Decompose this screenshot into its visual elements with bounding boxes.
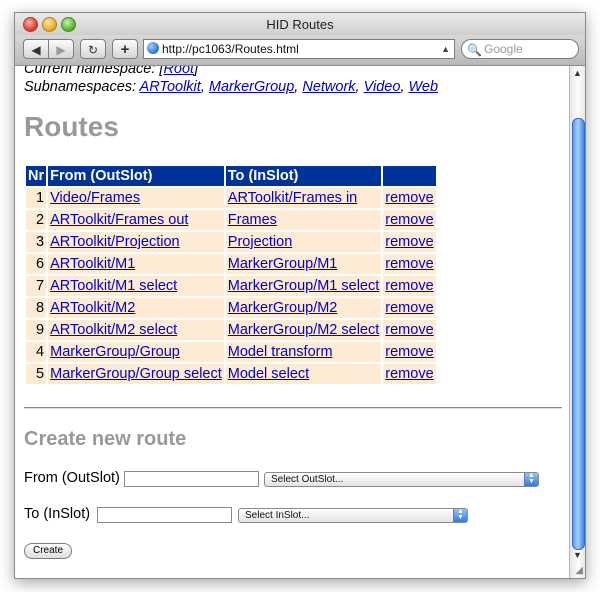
from-slot-link[interactable]: ARToolkit/M2: [50, 300, 135, 316]
remove-link[interactable]: remove: [385, 344, 433, 360]
table-row: 9 ARToolkit/M2 select MarkerGroup/M2 sel…: [26, 320, 436, 340]
to-slot-link[interactable]: Projection: [228, 234, 292, 250]
from-slot-link[interactable]: ARToolkit/Projection: [50, 234, 180, 250]
inslot-select[interactable]: Select InSlot... ▲ ▼: [238, 508, 468, 523]
subnamespace-link-video[interactable]: Video: [364, 79, 401, 95]
table-row: 8 ARToolkit/M2 MarkerGroup/M2 remove: [26, 298, 436, 318]
table-row: 5 MarkerGroup/Group select Model select …: [26, 364, 436, 384]
to-slot-link[interactable]: Model transform: [228, 344, 333, 360]
remove-link[interactable]: remove: [385, 234, 433, 250]
to-slot-link[interactable]: MarkerGroup/M1 select: [228, 278, 380, 294]
column-header-from: From (OutSlot): [48, 166, 224, 186]
select-arrows-icon: ▲ ▼: [453, 508, 467, 522]
scrollbar-thumb[interactable]: [572, 118, 585, 550]
remove-link[interactable]: remove: [385, 366, 433, 382]
to-slot-link[interactable]: Model select: [228, 366, 309, 382]
chevron-up-icon[interactable]: ▲: [441, 40, 450, 58]
namespace-link-root[interactable]: Root: [163, 66, 194, 77]
from-slot-link[interactable]: ARToolkit/M2 select: [50, 322, 177, 338]
reload-button[interactable]: ↻: [80, 39, 106, 59]
table-row: 7 ARToolkit/M1 select MarkerGroup/M1 sel…: [26, 276, 436, 296]
back-button[interactable]: ◀: [23, 39, 49, 59]
resize-grip-icon[interactable]: ◢: [575, 565, 583, 576]
remove-link[interactable]: remove: [385, 278, 433, 294]
current-namespace: Current namespace: [Root]: [24, 66, 198, 77]
routes-table: Nr From (OutSlot) To (InSlot) 1 Video/Fr…: [24, 164, 438, 386]
globe-icon: [147, 42, 159, 54]
row-nr: 2: [26, 210, 47, 230]
to-slot-label: To (InSlot): [24, 506, 91, 522]
subnamespace-link-network[interactable]: Network: [302, 79, 355, 95]
create-route-heading: Create new route: [24, 428, 187, 450]
add-bookmark-button[interactable]: +: [112, 39, 138, 59]
column-header-to: To (InSlot): [225, 166, 382, 186]
to-slot-link[interactable]: Frames: [228, 212, 277, 228]
url-text: http://pc1063/Routes.html: [162, 42, 299, 56]
address-bar[interactable]: http://pc1063/Routes.html ▲: [143, 39, 455, 59]
window-title: HID Routes: [266, 17, 334, 32]
select-arrows-icon: ▲ ▼: [524, 472, 538, 486]
create-button[interactable]: Create: [24, 543, 73, 559]
row-nr: 1: [26, 188, 47, 208]
subnamespace-link-markergroup[interactable]: MarkerGroup: [209, 79, 294, 95]
table-header-row: Nr From (OutSlot) To (InSlot): [26, 166, 436, 186]
from-slot-label: From (OutSlot): [24, 470, 120, 486]
remove-link[interactable]: remove: [385, 300, 433, 316]
to-slot-link[interactable]: ARToolkit/Frames in: [228, 190, 357, 206]
search-input[interactable]: 🔍 Google: [461, 39, 579, 59]
subnamespaces: Subnamespaces: ARToolkit, MarkerGroup, N…: [24, 79, 439, 95]
from-slot-link[interactable]: Video/Frames: [50, 190, 140, 206]
remove-link[interactable]: remove: [385, 256, 433, 272]
title-bar: HID Routes: [15, 13, 585, 36]
divider: [24, 407, 562, 409]
scroll-up-icon[interactable]: ▲: [573, 68, 582, 78]
table-row: 4 MarkerGroup/Group Model transform remo…: [26, 342, 436, 362]
table-row: 2 ARToolkit/Frames out Frames remove: [26, 210, 436, 230]
table-row: 3 ARToolkit/Projection Projection remove: [26, 232, 436, 252]
page-content: Current namespace: [Root] Subnamespaces:…: [15, 66, 569, 578]
inslot-select-value: Select InSlot...: [245, 510, 310, 521]
from-slot-input[interactable]: [124, 471, 259, 487]
remove-link[interactable]: remove: [385, 212, 433, 228]
row-nr: 6: [26, 254, 47, 274]
from-slot-link[interactable]: ARToolkit/M1: [50, 256, 135, 272]
row-nr: 8: [26, 298, 47, 318]
outslot-select[interactable]: Select OutSlot... ▲ ▼: [264, 472, 539, 487]
from-slot-link[interactable]: ARToolkit/M1 select: [50, 278, 177, 294]
forward-button[interactable]: ▶: [48, 39, 74, 59]
subnamespace-link-web[interactable]: Web: [409, 79, 439, 95]
to-slot-link[interactable]: MarkerGroup/M1: [228, 256, 338, 272]
column-header-nr: Nr: [26, 166, 47, 186]
row-nr: 7: [26, 276, 47, 296]
remove-link[interactable]: remove: [385, 190, 433, 206]
vertical-scrollbar[interactable]: ▲ ▼: [569, 66, 585, 578]
row-nr: 9: [26, 320, 47, 340]
to-slot-link[interactable]: MarkerGroup/M2: [228, 300, 338, 316]
subnamespace-link-artoolkit[interactable]: ARToolkit: [140, 79, 201, 95]
scroll-down-icon[interactable]: ▼: [573, 550, 582, 560]
column-header-action: [383, 166, 436, 186]
search-icon: 🔍: [467, 43, 482, 57]
outslot-select-value: Select OutSlot...: [271, 474, 344, 485]
to-slot-link[interactable]: MarkerGroup/M2 select: [228, 322, 380, 338]
table-row: 1 Video/Frames ARToolkit/Frames in remov…: [26, 188, 436, 208]
row-nr: 5: [26, 364, 47, 384]
browser-toolbar: ◀ ▶ ↻ + http://pc1063/Routes.html ▲ 🔍 Go…: [15, 35, 585, 66]
to-slot-input[interactable]: [97, 507, 232, 523]
browser-window: HID Routes ◀ ▶ ↻ + http://pc1063/Routes.…: [14, 12, 586, 579]
from-slot-link[interactable]: MarkerGroup/Group: [50, 344, 180, 360]
row-nr: 4: [26, 342, 47, 362]
search-placeholder: Google: [484, 42, 523, 56]
page-title: Routes: [24, 111, 119, 142]
from-slot-link[interactable]: ARToolkit/Frames out: [50, 212, 188, 228]
remove-link[interactable]: remove: [385, 322, 433, 338]
table-row: 6 ARToolkit/M1 MarkerGroup/M1 remove: [26, 254, 436, 274]
from-slot-link[interactable]: MarkerGroup/Group select: [50, 366, 222, 382]
row-nr: 3: [26, 232, 47, 252]
